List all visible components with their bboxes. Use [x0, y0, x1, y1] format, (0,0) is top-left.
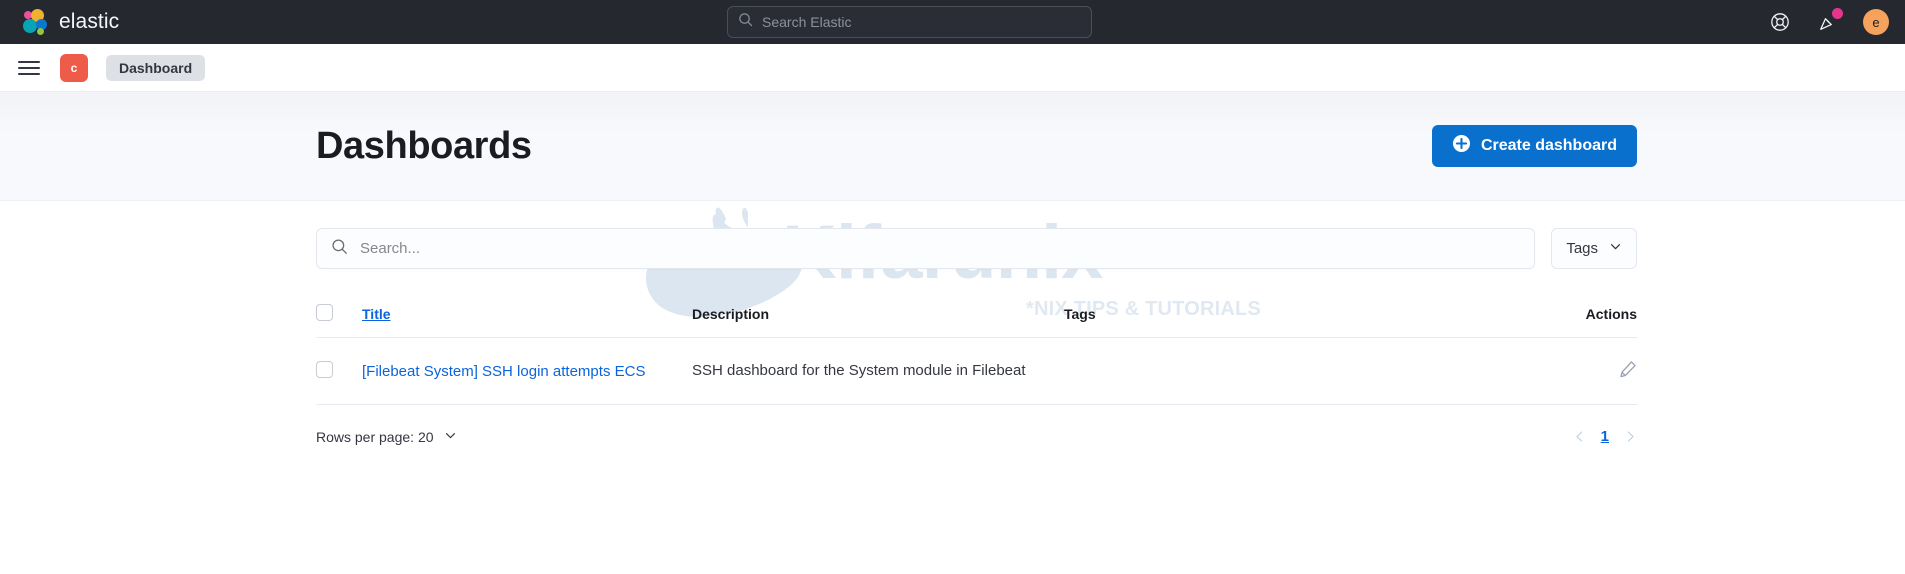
global-header: elastic Search Elastic e: [0, 0, 1905, 44]
global-search-input[interactable]: [762, 14, 1081, 30]
page-header: Dashboards Create dashboard: [0, 92, 1905, 201]
lifebuoy-help-icon[interactable]: [1767, 9, 1793, 35]
sort-by-title-link[interactable]: Title: [362, 306, 391, 322]
rows-per-page-label: Rows per page: 20: [316, 428, 434, 445]
user-avatar[interactable]: e: [1863, 9, 1889, 35]
row-actions-cell: [1394, 337, 1637, 406]
search-icon: [331, 238, 348, 260]
row-select-cell: [316, 337, 362, 406]
select-all-checkbox[interactable]: [316, 304, 333, 321]
create-dashboard-button[interactable]: Create dashboard: [1431, 125, 1637, 167]
rows-per-page-selector[interactable]: Rows per page: 20: [316, 429, 457, 445]
notification-badge-dot: [1832, 8, 1843, 19]
pencil-edit-icon[interactable]: [1619, 360, 1637, 382]
brand-name: elastic: [59, 10, 120, 33]
elastic-logo-icon: [22, 9, 48, 35]
search-icon: [738, 12, 753, 32]
plus-in-circle-icon: [1452, 134, 1471, 158]
filter-row: Tags: [316, 201, 1637, 269]
create-dashboard-label: Create dashboard: [1480, 137, 1617, 154]
row-checkbox[interactable]: [316, 360, 333, 378]
listing-search-input[interactable]: [360, 240, 1521, 257]
column-header-title[interactable]: Title: [362, 298, 692, 338]
pagination: 1: [1573, 428, 1637, 445]
breadcrumb-item-dashboard[interactable]: Dashboard: [106, 54, 206, 81]
row-title-cell: [Filebeat System] SSH login attempts ECS: [362, 337, 692, 406]
listing-search-container[interactable]: [316, 228, 1536, 269]
dashboards-table: Title Description Tags Actions [Filebeat…: [316, 298, 1637, 406]
tags-filter-label: Tags: [1566, 240, 1598, 257]
breadcrumb-bar: c Dashboard: [0, 44, 1905, 92]
global-search-container[interactable]: [727, 6, 1092, 38]
table-footer: Rows per page: 20 1: [316, 405, 1637, 445]
space-avatar[interactable]: c: [60, 53, 88, 82]
chevron-left-icon[interactable]: [1573, 430, 1586, 443]
elastic-brand[interactable]: elastic: [22, 9, 119, 35]
chevron-right-icon[interactable]: [1624, 430, 1637, 443]
chevron-down-icon: [444, 429, 457, 445]
table-row: [Filebeat System] SSH login attempts ECS…: [316, 337, 1637, 406]
column-header-description: Description: [692, 298, 1064, 338]
column-header-actions: Actions: [1394, 298, 1637, 338]
row-description-cell: SSH dashboard for the System module in F…: [692, 337, 1064, 406]
chevron-down-icon: [1609, 240, 1622, 257]
hamburger-menu-icon[interactable]: [18, 56, 42, 80]
column-header-tags: Tags: [1064, 298, 1394, 338]
select-all-header: [316, 298, 362, 338]
dashboard-title-link[interactable]: [Filebeat System] SSH login attempts ECS: [362, 363, 645, 380]
dashboards-listing: Kifarunix *NIX TIPS & TUTORIALS Tags: [0, 201, 1905, 445]
tags-filter-button[interactable]: Tags: [1551, 228, 1637, 269]
row-tags-cell: [1064, 337, 1394, 406]
page-title: Dashboards: [316, 124, 532, 167]
page-number-1[interactable]: 1: [1601, 428, 1609, 445]
global-header-actions: e: [1767, 0, 1889, 44]
table-header-row: Title Description Tags Actions: [316, 298, 1637, 338]
party-popper-announcements-icon[interactable]: [1815, 8, 1843, 35]
